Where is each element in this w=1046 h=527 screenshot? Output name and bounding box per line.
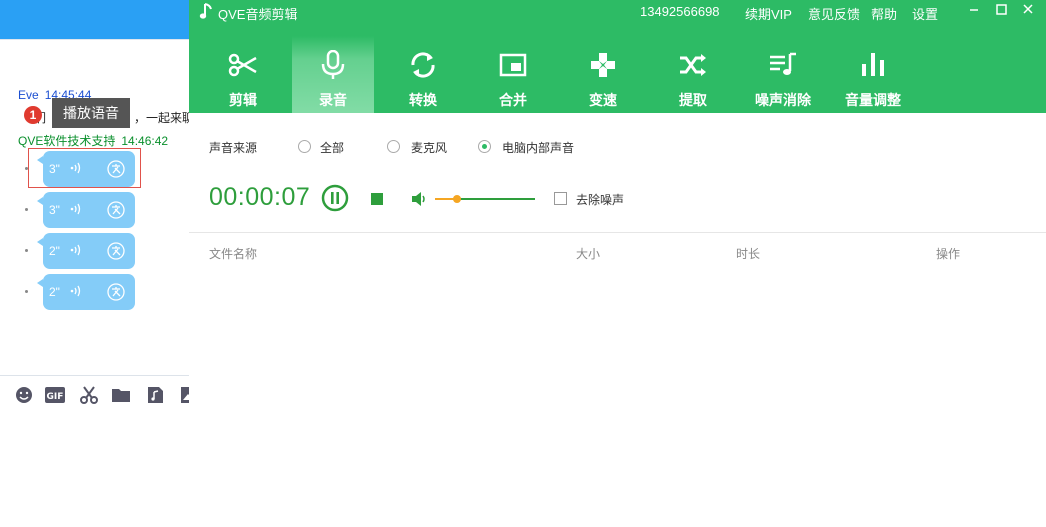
- convert-icon: [411, 52, 435, 78]
- extract-icon: [680, 54, 706, 76]
- image-icon[interactable]: [180, 386, 189, 404]
- voice-bubble[interactable]: 2": [37, 274, 135, 310]
- voice-bubble[interactable]: 2": [37, 233, 135, 269]
- step-badge: 1: [24, 106, 42, 124]
- minimize-icon[interactable]: [964, 1, 984, 19]
- renew-vip-link[interactable]: 续期VIP: [745, 4, 792, 23]
- svg-text:GIF: GIF: [47, 392, 64, 402]
- column-header-size: 大小: [576, 247, 601, 261]
- source-radio-system-audio[interactable]: [478, 140, 491, 153]
- column-header-duration: 时长: [736, 247, 761, 261]
- tool-label: 噪声消除: [755, 92, 811, 108]
- voice-message: 2": [0, 233, 189, 269]
- source-label-microphone[interactable]: 麦克风: [411, 139, 447, 156]
- tool-label: 剪辑: [229, 92, 257, 108]
- tool-merge[interactable]: 合并: [472, 36, 554, 113]
- source-label-system-audio[interactable]: 电脑内部声音: [502, 139, 574, 156]
- tool-extract[interactable]: 提取: [652, 36, 734, 113]
- volume-slider-handle[interactable]: [453, 195, 461, 203]
- sender-name: QVE软件技术支持: [18, 134, 116, 148]
- tool-label: 录音: [319, 92, 347, 108]
- sound-wave-icon: [70, 244, 81, 256]
- column-header-actions: 操作: [936, 247, 961, 261]
- message-header: QVE软件技术支持 14:46:42: [18, 132, 168, 149]
- tool-noise-removal[interactable]: 噪声消除: [742, 36, 824, 113]
- volume-adjust-icon: [862, 53, 884, 76]
- sound-source-label: 声音来源: [209, 141, 258, 155]
- speed-icon: [591, 53, 615, 77]
- scissors-icon: [228, 53, 257, 77]
- chat-input-divider: [0, 375, 189, 376]
- tool-label: 转换: [409, 92, 437, 108]
- scissors-icon[interactable]: [79, 386, 99, 404]
- emoji-icon[interactable]: [14, 386, 34, 404]
- tool-label: 变速: [589, 92, 617, 108]
- stop-icon[interactable]: [371, 193, 383, 205]
- close-icon[interactable]: [1018, 1, 1038, 19]
- tool-label: 合并: [499, 92, 527, 108]
- tool-cut[interactable]: 剪辑: [202, 36, 284, 113]
- microphone-icon: [321, 50, 345, 79]
- translate-icon[interactable]: [105, 199, 127, 221]
- merge-icon: [499, 53, 527, 77]
- source-radio-all[interactable]: [298, 140, 311, 153]
- denoise-checkbox[interactable]: [554, 192, 567, 205]
- record-timer: 00:00:07: [209, 183, 311, 211]
- tool-label: 音量调整: [845, 92, 901, 108]
- qve-app-window: QVE音频剪辑 13492566698 续期VIP 意见反馈 帮助 设置 剪辑 …: [189, 0, 1046, 527]
- column-header-filename: 文件名称: [209, 247, 258, 261]
- file-list-divider: [189, 232, 1046, 233]
- selection-highlight: [28, 148, 141, 188]
- account-phone: 13492566698: [640, 4, 720, 19]
- voice-duration: 2": [49, 285, 60, 299]
- sound-wave-icon: [70, 203, 81, 215]
- message-bullet: [25, 249, 28, 252]
- source-label-all[interactable]: 全部: [320, 139, 344, 156]
- translate-icon[interactable]: [105, 281, 127, 303]
- feedback-link[interactable]: 意见反馈: [808, 4, 860, 23]
- speaker-icon[interactable]: [411, 192, 427, 206]
- voice-duration: 2": [49, 244, 60, 258]
- voice-message: 3": [0, 192, 189, 228]
- tool-convert[interactable]: 转换: [382, 36, 464, 113]
- voice-duration: 3": [49, 203, 60, 217]
- message-time: 14:46:42: [121, 134, 169, 148]
- sender-name: Eve: [18, 88, 39, 102]
- voice-bubble[interactable]: 3": [37, 192, 135, 228]
- maximize-icon[interactable]: [991, 1, 1011, 19]
- noise-removal-icon: [770, 52, 796, 75]
- chat-divider-top: [0, 39, 189, 40]
- tool-volume-adjust[interactable]: 音量调整: [832, 36, 914, 113]
- chat-title-bar: [0, 0, 189, 39]
- app-header: QVE音频剪辑 13492566698 续期VIP 意见反馈 帮助 设置 剪辑 …: [189, 0, 1046, 113]
- folder-icon[interactable]: [111, 386, 131, 404]
- message-bullet: [25, 290, 28, 293]
- app-title: QVE音频剪辑: [218, 7, 298, 22]
- tool-label: 提取: [679, 92, 707, 108]
- translate-icon[interactable]: [105, 240, 127, 262]
- help-link[interactable]: 帮助: [871, 4, 897, 23]
- tool-speed[interactable]: 变速: [562, 36, 644, 113]
- tool-record[interactable]: 录音: [292, 36, 374, 113]
- pause-icon[interactable]: [321, 184, 349, 212]
- settings-link[interactable]: 设置: [912, 4, 938, 23]
- chat-window: Eve14:45:44 们，一起来聊 播放语音 1 QVE软件技术支持14:46…: [0, 0, 189, 527]
- music-file-icon[interactable]: [145, 386, 165, 404]
- message-text-end: ，一起来聊: [134, 111, 189, 125]
- denoise-label[interactable]: 去除噪声: [576, 191, 624, 208]
- message-bullet: [25, 208, 28, 211]
- music-note-icon: [199, 3, 212, 19]
- play-voice-tooltip: 播放语音: [52, 98, 130, 128]
- voice-message: 2": [0, 274, 189, 310]
- sound-wave-icon: [70, 285, 81, 297]
- gif-icon[interactable]: GIF: [45, 386, 65, 404]
- source-radio-microphone[interactable]: [387, 140, 400, 153]
